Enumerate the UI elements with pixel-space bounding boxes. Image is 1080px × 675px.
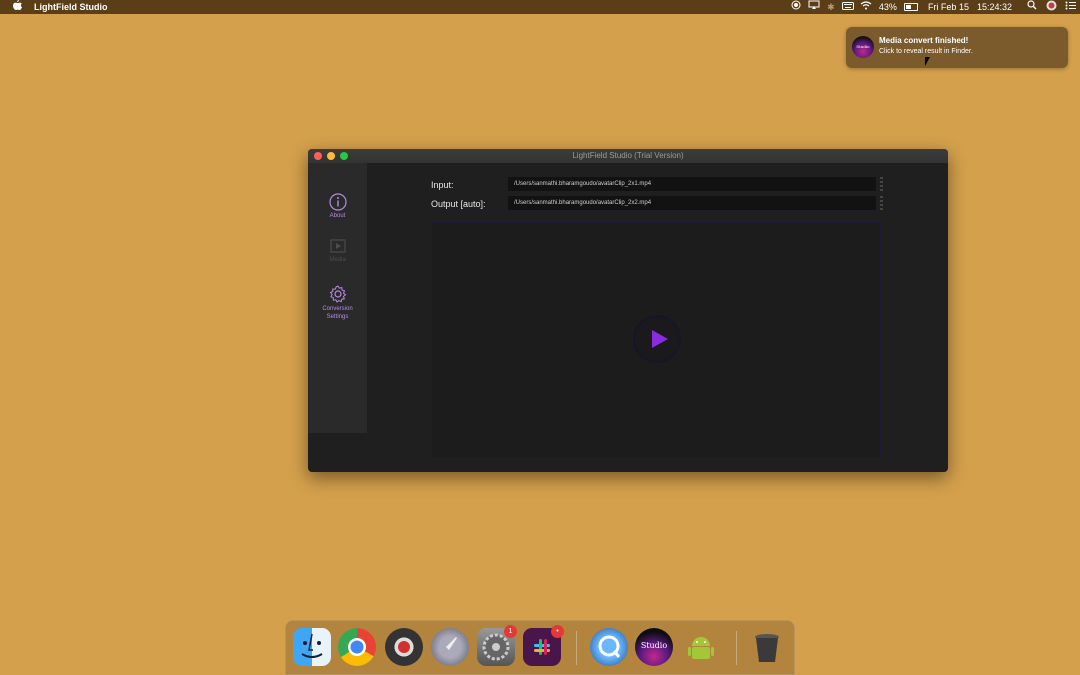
- app-window: LightField Studio (Trial Version) About …: [308, 149, 948, 472]
- menu-bar: LightField Studio ✱ 43% Fri Feb 15 15:24…: [0, 0, 1080, 14]
- airplay-icon[interactable]: [805, 0, 823, 14]
- spotlight-search-icon[interactable]: [1022, 0, 1042, 14]
- sidebar-item-label: Conversion Settings: [322, 306, 353, 320]
- dock-android-icon[interactable]: [682, 628, 720, 666]
- output-label: Output [auto]:: [431, 199, 486, 209]
- dock-separator: [736, 631, 737, 665]
- battery-percentage: 43%: [878, 2, 897, 12]
- lightfield-studio-notification-icon: Studio: [852, 36, 874, 58]
- play-video-icon: [308, 239, 367, 257]
- sidebar-item-media[interactable]: Media: [308, 239, 367, 263]
- minimize-window-button[interactable]: [327, 152, 335, 160]
- input-label: Input:: [431, 180, 454, 190]
- sidebar-item-conversion-settings[interactable]: Conversion Settings: [308, 285, 367, 321]
- slack-badge: •: [551, 625, 564, 638]
- bluetooth-icon[interactable]: ✱: [823, 0, 839, 14]
- wifi-icon[interactable]: [857, 0, 875, 14]
- dock-screen-recorder-icon[interactable]: [385, 628, 423, 666]
- input-drag-handle-icon[interactable]: [880, 177, 883, 191]
- close-window-button[interactable]: [314, 152, 322, 160]
- dock-lightfield-studio-icon[interactable]: Studio: [635, 628, 673, 666]
- video-preview-area[interactable]: [431, 222, 881, 458]
- play-button[interactable]: [633, 315, 681, 363]
- battery-icon[interactable]: [903, 3, 918, 11]
- dock-separator: [576, 631, 577, 665]
- sidebar-item-label: About: [329, 213, 346, 219]
- system-preferences-badge: 1: [504, 625, 517, 638]
- apple-menu-icon[interactable]: [13, 0, 23, 14]
- input-path-field[interactable]: [508, 177, 876, 191]
- gear-icon: [308, 285, 367, 305]
- notification-title: Media convert finished!: [879, 36, 969, 45]
- zoom-window-button[interactable]: [340, 152, 348, 160]
- app-name-menu[interactable]: LightField Studio: [34, 2, 108, 12]
- user-avatar-icon[interactable]: [1042, 0, 1060, 14]
- dock-quicktime-icon[interactable]: [590, 628, 628, 666]
- notification-banner[interactable]: Studio Media convert finished! Click to …: [846, 27, 1068, 68]
- sidebar-item-about[interactable]: About: [308, 193, 367, 219]
- dock-finder-icon[interactable]: [293, 628, 331, 666]
- output-path-field[interactable]: [508, 196, 876, 210]
- date-label[interactable]: Fri Feb 15: [928, 2, 969, 12]
- sidebar: About Media Conversion Settings: [308, 163, 367, 433]
- time-label[interactable]: 15:24:32: [977, 2, 1012, 12]
- control-center-icon[interactable]: [1060, 0, 1080, 14]
- window-titlebar[interactable]: LightField Studio (Trial Version): [308, 149, 948, 163]
- sidebar-item-label: Media: [329, 257, 346, 263]
- play-icon: [652, 330, 668, 348]
- screen-record-icon[interactable]: [787, 0, 805, 14]
- window-title: LightField Studio (Trial Version): [572, 151, 684, 160]
- dock-launchpad-icon[interactable]: [431, 628, 469, 666]
- info-icon: [308, 193, 367, 213]
- mouse-cursor-icon: [925, 57, 930, 66]
- output-drag-handle-icon[interactable]: [880, 196, 883, 210]
- notification-body: Click to reveal result in Finder.: [879, 48, 973, 55]
- lightfield-studio-dock-label: Studio: [640, 641, 668, 650]
- dock: 1 • Studio: [285, 620, 795, 675]
- dock-chrome-icon[interactable]: [338, 628, 376, 666]
- dock-trash-icon[interactable]: [748, 628, 786, 666]
- keyboard-icon[interactable]: [839, 0, 857, 14]
